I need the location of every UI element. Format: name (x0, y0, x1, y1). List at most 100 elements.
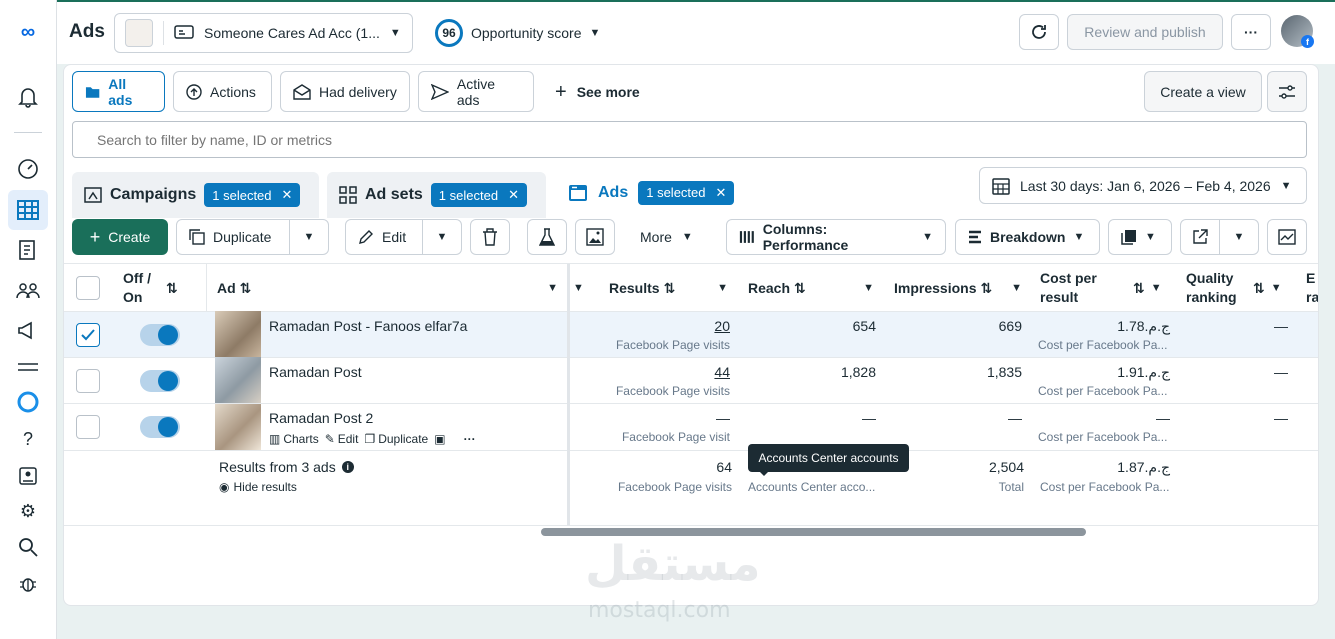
audience-icon[interactable] (16, 278, 40, 302)
help-icon[interactable]: ? (16, 427, 40, 451)
ad-thumbnail (215, 404, 261, 450)
col-reach-header[interactable]: Reach ⇅ ▼ (748, 264, 878, 312)
adsets-selected-badge[interactable]: 1 selected ✕ (430, 183, 527, 207)
refresh-button[interactable] (1019, 14, 1059, 50)
envelope-icon (293, 83, 311, 100)
charts-link[interactable]: ▥ Charts (269, 432, 319, 446)
chevron-down-icon[interactable]: ▼ (573, 264, 584, 312)
duplicate-link-label: Duplicate (378, 432, 429, 446)
more-button[interactable]: More ▼ (640, 229, 693, 245)
breakdown-button[interactable]: Breakdown ▼ (955, 219, 1100, 255)
test-button[interactable] (527, 219, 567, 255)
ad-name[interactable]: Ramadan Post (269, 364, 362, 380)
row-checkbox[interactable] (76, 415, 100, 439)
table-grid-icon[interactable] (16, 198, 40, 222)
results-value[interactable]: 20 (600, 318, 730, 334)
duplicate-link[interactable]: ❐ Duplicate (364, 432, 428, 446)
meta-logo-icon[interactable]: ∞ (16, 20, 40, 44)
horizontal-scrollbar[interactable] (541, 528, 1086, 536)
edit-button[interactable]: Edit (345, 219, 423, 255)
ads-window-icon (569, 184, 587, 201)
search-icon[interactable] (16, 535, 40, 559)
row-checkbox[interactable] (76, 323, 100, 347)
columns-label: Columns: Performance (762, 221, 849, 253)
all-ads-label: All ads (108, 75, 133, 108)
bell-icon[interactable] (16, 85, 40, 109)
image-icon (586, 228, 604, 246)
breakdown-icon (969, 230, 981, 244)
reports-button[interactable]: ▼ (1108, 219, 1172, 255)
columns-button[interactable]: Columns: Performance ▼ (726, 219, 946, 255)
gear-icon[interactable]: ⚙ (16, 499, 40, 523)
col-impressions-header[interactable]: Impressions ⇅ ▼ (894, 264, 1024, 312)
ad-toggle[interactable] (140, 370, 180, 392)
hide-results-link[interactable]: ◉ Hide results (219, 480, 297, 494)
more-options-button[interactable]: ··· (1231, 14, 1271, 50)
ad-toggle[interactable] (140, 324, 180, 346)
chevron-down-icon[interactable]: ▼ (547, 282, 558, 294)
review-publish-button[interactable]: Review and publish (1067, 14, 1223, 50)
preview-button[interactable] (575, 219, 615, 255)
chevron-down-icon[interactable]: ▼ (717, 282, 728, 294)
close-icon[interactable]: ✕ (282, 187, 293, 203)
refresh-icon (1032, 25, 1046, 39)
sliders-icon (1279, 84, 1295, 99)
cost-value: ج.م.1.78 (1117, 318, 1170, 334)
catalog-icon[interactable] (16, 238, 40, 262)
active-ads-chip[interactable]: Active ads (418, 71, 534, 112)
edit-dropdown[interactable]: ▼ (422, 219, 462, 255)
cost-sub: Cost per Facebook Pa... (1038, 430, 1168, 444)
tab-adsets[interactable]: Ad sets 1 selected ✕ (327, 172, 546, 218)
row-checkbox[interactable] (76, 369, 100, 393)
tab-campaigns[interactable]: Campaigns 1 selected ✕ (72, 172, 319, 218)
close-icon[interactable]: ✕ (716, 185, 727, 201)
menu-lines-icon[interactable] (16, 355, 40, 379)
id-card-icon[interactable] (16, 464, 40, 488)
tab-ads[interactable]: Ads 1 selected ✕ (554, 167, 750, 218)
sort-icon[interactable]: ⇅ ▼ (1253, 264, 1282, 312)
results-value[interactable]: 44 (600, 364, 730, 380)
search-input[interactable] (72, 121, 1307, 158)
export-button[interactable] (1180, 219, 1220, 255)
create-view-button[interactable]: Create a view (1144, 71, 1262, 112)
all-ads-chip[interactable]: All ads (72, 71, 165, 112)
ad-name[interactable]: Ramadan Post - Fanoos elfar7a (269, 318, 467, 334)
create-button[interactable]: + Create (72, 219, 168, 255)
ad-name[interactable]: Ramadan Post 2 (269, 410, 373, 426)
chevron-down-icon[interactable]: ▼ (863, 282, 874, 294)
bug-icon[interactable] (16, 572, 40, 596)
view-settings-button[interactable] (1267, 71, 1307, 112)
duplicate-button[interactable]: Duplicate (176, 219, 290, 255)
export-dropdown[interactable]: ▼ (1219, 219, 1259, 255)
ad-toggle[interactable] (140, 416, 180, 438)
charts-toggle-button[interactable] (1267, 219, 1307, 255)
more-actions-icon[interactable]: ··· (464, 432, 476, 446)
edit-link[interactable]: ✎ Edit (325, 432, 359, 446)
col-results-header[interactable]: Results ⇅ ▼ (609, 264, 734, 312)
close-icon[interactable]: ✕ (508, 187, 519, 203)
sort-icon[interactable]: ⇅ (166, 264, 178, 312)
actions-chip[interactable]: Actions (173, 71, 272, 112)
col-quality-header[interactable]: Quality ranking (1186, 264, 1256, 312)
delete-button[interactable] (470, 219, 510, 255)
had-delivery-chip[interactable]: Had delivery (280, 71, 410, 112)
select-all-checkbox[interactable] (76, 276, 100, 300)
image-icon[interactable]: ▣ (434, 432, 445, 446)
cost-value: — (1156, 410, 1170, 426)
campaigns-selected-badge[interactable]: 1 selected ✕ (204, 183, 301, 207)
chevron-down-icon: ▼ (389, 27, 401, 39)
ads-selected-badge[interactable]: 1 selected ✕ (638, 180, 735, 205)
meta-ai-ring-icon[interactable] (16, 390, 40, 414)
col-ad-header[interactable]: Ad ⇅ ▼ (217, 264, 562, 312)
date-range-picker[interactable]: Last 30 days: Jan 6, 2026 – Feb 4, 2026 … (979, 167, 1307, 204)
sort-icon[interactable]: ⇅ ▼ (1133, 264, 1162, 312)
col-next-header[interactable]: E ra (1306, 264, 1318, 312)
duplicate-dropdown[interactable]: ▼ (289, 219, 329, 255)
dashboard-icon[interactable] (16, 157, 40, 181)
ad-account-selector[interactable]: Someone Cares Ad Acc (1... ▼ (114, 13, 413, 53)
chevron-down-icon[interactable]: ▼ (1011, 282, 1022, 294)
megaphone-icon[interactable] (16, 318, 40, 342)
see-more-button[interactable]: + See more (555, 82, 640, 102)
opportunity-score[interactable]: 96 Opportunity score ▼ (435, 19, 600, 47)
info-icon[interactable]: i (341, 461, 354, 473)
